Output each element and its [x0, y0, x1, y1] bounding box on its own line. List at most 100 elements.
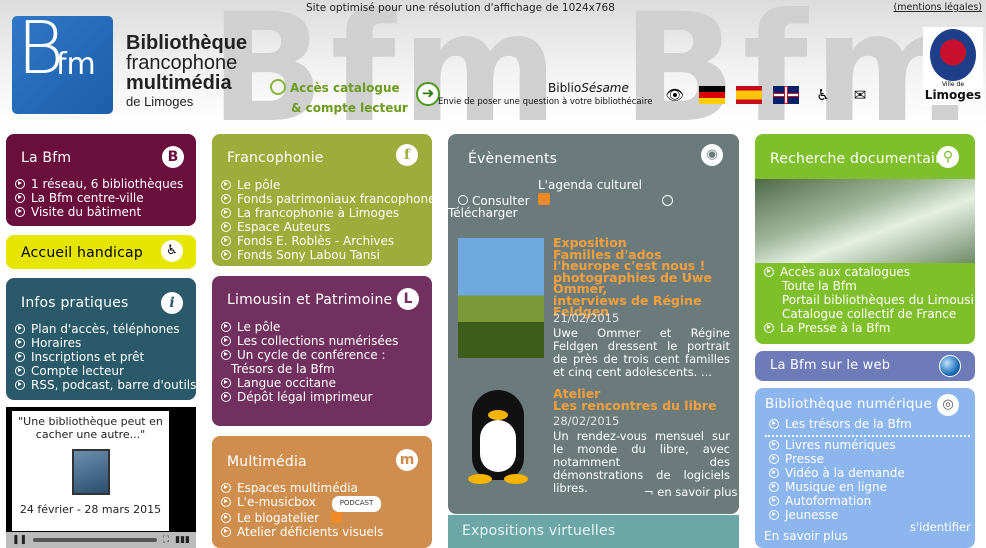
list-item[interactable]: Plan d'accès, téléphones — [15, 322, 196, 337]
panel-accueil-handicap[interactable]: Accueil handicap ♿ — [6, 235, 196, 269]
search-icon — [270, 79, 286, 95]
city-small: Ville de — [941, 81, 965, 88]
event2-title[interactable]: Atelier Les rencontres du libre — [553, 387, 716, 412]
dotted-divider — [765, 435, 970, 437]
panel-title-multi[interactable]: Multimédia — [227, 454, 307, 470]
list-item[interactable]: Fonds E. Roblès - Archives — [221, 234, 432, 249]
uk-flag-icon[interactable] — [773, 86, 799, 104]
limoges-city-logo[interactable]: Ville de Limoges — [923, 27, 983, 105]
list-item-sub[interactable]: Trésors de la Bfm — [221, 362, 398, 377]
list-item[interactable]: Musique en ligne — [769, 480, 905, 495]
list-item[interactable]: 1 réseau, 6 bibliothèques — [15, 177, 183, 192]
list-item[interactable]: RSS, podcast, barre d'outils — [15, 378, 196, 393]
eye-icon[interactable]: 👁 — [662, 86, 688, 104]
play-pause-icon[interactable]: ❚❚ — [12, 535, 27, 545]
agenda-label: L'agenda culturel — [538, 178, 642, 192]
rss-icon[interactable] — [538, 193, 550, 205]
building-thumbnail — [71, 449, 110, 495]
list-item[interactable]: Les trésors de la Bfm — [769, 417, 912, 432]
list-item[interactable]: Vidéo à la demande — [769, 466, 905, 481]
panel-multimedia: Multimédia m Espaces multimédia L'e-musi… — [212, 436, 432, 548]
list-item-sub[interactable]: Portail bibliothèques du Limousin — [764, 293, 975, 308]
bullet-arrow-icon — [769, 453, 779, 464]
num-list: Livres numériques Presse Vidéo à la dema… — [769, 438, 905, 523]
bullet-arrow-icon — [458, 195, 468, 205]
rss-icon[interactable] — [330, 511, 342, 523]
list-item[interactable]: Un cycle de conférence : — [221, 348, 398, 363]
list-item[interactable]: Espace Auteurs — [221, 220, 432, 235]
franco-list: Le pôle Fonds patrimoniaux francophones … — [221, 178, 432, 263]
list-item[interactable]: Presse — [769, 452, 905, 467]
spanish-flag-icon[interactable] — [736, 86, 762, 104]
list-item[interactable]: Fonds patrimoniaux francophones — [221, 192, 432, 207]
list-item[interactable]: Visite du bâtiment — [15, 205, 183, 220]
list-item-sub[interactable]: Catalogue collectif de France — [764, 307, 975, 322]
list-item[interactable]: Atelier déficients visuels — [221, 525, 383, 540]
telecharger-link[interactable]: Télécharger — [448, 206, 518, 220]
arrow-right-icon[interactable]: ➜ — [416, 82, 440, 106]
fullscreen-icon[interactable]: ⛶ — [163, 535, 169, 545]
bullet-arrow-icon — [221, 235, 231, 246]
list-item[interactable]: Fonds Sony Labou Tansi — [221, 248, 432, 263]
catalogue-access-link[interactable]: Accès catalogue & compte lecteur — [270, 78, 408, 118]
sidentifier-link[interactable]: s'identifier — [910, 520, 971, 534]
list-item[interactable]: Langue occitane — [221, 376, 398, 391]
handicap-label: Accueil handicap — [21, 245, 143, 261]
site-title[interactable]: Bibliothèque francophone multimédia de L… — [126, 33, 247, 108]
acces-line-1: Accès catalogue — [290, 81, 400, 95]
telecharger-icon[interactable] — [662, 195, 673, 206]
num-more-link[interactable]: En savoir plus — [764, 529, 848, 543]
panel-title-franco[interactable]: Francophonie — [227, 150, 324, 166]
bibliosesame-link[interactable]: BiblioSésame — [548, 81, 629, 95]
panel-expositions-virtuelles[interactable]: Expositions virtuelles — [448, 515, 739, 548]
list-item[interactable]: Accès aux catalogues — [764, 265, 975, 280]
panel-title-events[interactable]: Évènements — [468, 151, 557, 167]
list-item[interactable]: Livres numériques — [769, 438, 905, 453]
list-item[interactable]: Les collections numérisées — [221, 334, 398, 349]
podcast-badge[interactable]: PODCAST — [331, 495, 382, 512]
bullet-arrow-icon — [221, 483, 231, 493]
list-item[interactable]: Inscriptions et prêt — [15, 350, 196, 365]
list-item[interactable]: Espaces multimédia — [221, 481, 383, 496]
globe-book-icon: ◎ — [937, 394, 959, 416]
list-item[interactable]: Compte lecteur — [15, 364, 196, 379]
panel-title-bfm[interactable]: La Bfm — [21, 150, 71, 166]
list-item[interactable]: Autoformation — [769, 494, 905, 509]
num-title[interactable]: Bibliothèque numérique — [765, 396, 932, 412]
panel-title-limousin[interactable]: Limousin et Patrimoine — [227, 292, 392, 308]
list-item[interactable]: Le pôle — [221, 178, 432, 193]
bfm-logo[interactable]: B fm — [12, 12, 113, 114]
mail-icon[interactable]: ✉ — [847, 86, 873, 104]
list-item[interactable]: Horaires — [15, 336, 196, 351]
event1-date: 21/02/2015 — [553, 311, 620, 325]
video-player[interactable]: "Une bibliothèque peut en cacher une aut… — [6, 407, 196, 548]
list-item[interactable]: L'e-musicbox PODCAST — [221, 495, 383, 512]
legal-link[interactable]: (mentions légales) — [894, 2, 982, 13]
bullet-arrow-icon — [15, 324, 25, 334]
panel-bfm-sur-le-web[interactable]: La Bfm sur le web — [755, 351, 975, 381]
biblio-brand-a: Biblio — [548, 81, 582, 95]
list-item[interactable]: Le pôle — [221, 320, 398, 335]
event1-photo[interactable] — [458, 238, 544, 358]
list-item[interactable]: Jeunesse — [769, 508, 905, 523]
info-list: Plan d'accès, téléphones Horaires Inscri… — [15, 322, 196, 393]
event-more-link[interactable]: ¬ en savoir plus — [644, 485, 738, 499]
event1-title[interactable]: Exposition Familles d'ados l'heurope c'e… — [553, 237, 733, 318]
panel-title-rech[interactable]: Recherche documentaire — [770, 151, 950, 167]
list-item-sub[interactable]: Toute la Bfm — [764, 279, 975, 294]
volume-icon[interactable]: ▮▮▮ — [175, 535, 190, 545]
f-badge-icon: f — [396, 144, 418, 166]
video-scrubber[interactable] — [33, 538, 157, 542]
tux-penguin-image[interactable] — [462, 390, 534, 486]
list-item[interactable]: Dépôt légal imprimeur — [221, 390, 398, 405]
panel-title-info[interactable]: Infos pratiques — [21, 295, 129, 311]
list-item[interactable]: La Bfm centre-ville — [15, 191, 183, 206]
bullet-arrow-icon — [221, 180, 231, 190]
bullet-arrow-icon — [764, 267, 774, 277]
list-item[interactable]: La francophonie à Limoges — [221, 206, 432, 221]
header-tools: 👁 ♿ ✉ — [662, 86, 873, 104]
list-item[interactable]: La Presse à la Bfm — [764, 321, 975, 336]
hearing-icon[interactable]: ♿ — [810, 86, 836, 104]
list-item[interactable]: Le blogatelier — [221, 511, 383, 526]
german-flag-icon[interactable] — [699, 86, 725, 104]
